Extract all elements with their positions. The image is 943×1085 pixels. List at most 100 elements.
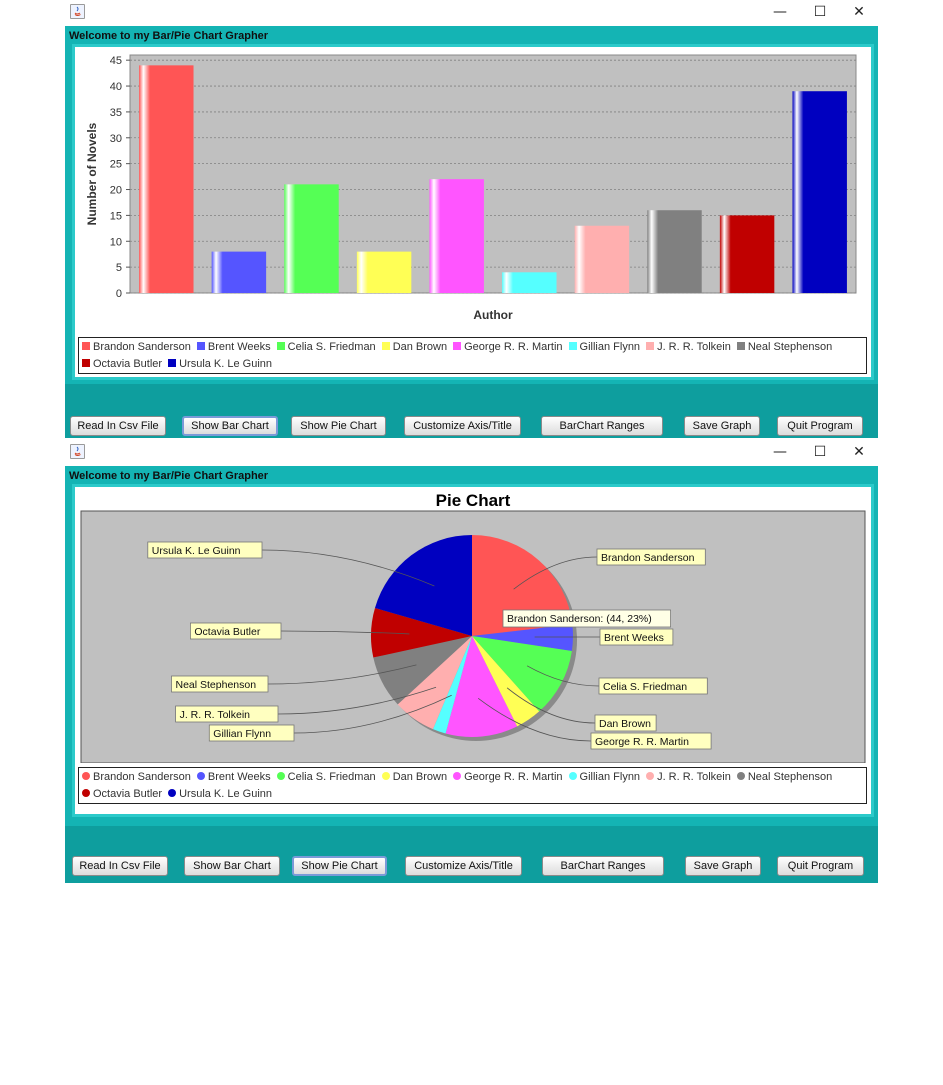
- legend-label: Brandon Sanderson: [93, 341, 191, 353]
- show-bar-chart-button[interactable]: Show Bar Chart: [182, 416, 278, 436]
- button-strip: Read In Csv File Show Bar Chart Show Pie…: [65, 826, 878, 883]
- pie-chart-legend: Brandon Sanderson Brent Weeks Celia S. Fri…: [78, 767, 867, 804]
- legend-swatch: [568, 342, 577, 350]
- welcome-label: Welcome to my Bar/Pie Chart Grapher: [69, 30, 269, 42]
- pie-chart-window: — ☐ ✕ Welcome to my Bar/Pie Chart Graphe…: [65, 440, 878, 883]
- slice-label-brent-weeks: Brent Weeks: [604, 632, 664, 644]
- content-panel: Welcome to my Bar/Pie Chart Grapher 0 5 10…: [65, 26, 878, 438]
- close-icon[interactable]: ✕: [848, 2, 870, 22]
- button-row: Read In Csv File Show Bar Chart Show Pie…: [65, 856, 878, 886]
- legend-swatch: [736, 772, 745, 780]
- bar-octavia-butler[interactable]: [719, 215, 775, 293]
- bar-ursula-k-le-guinn[interactable]: [792, 91, 847, 293]
- show-pie-chart-button[interactable]: Show Pie Chart: [291, 416, 386, 436]
- slice-label-george-r-r-martin: George R. R. Martin: [595, 736, 689, 748]
- legend-swatch: [453, 772, 462, 780]
- bar-j-r-r-tolkein[interactable]: [574, 225, 630, 293]
- legend-item-george-r-r-martin: George R. R. Martin: [453, 769, 563, 786]
- legend-swatch: [736, 342, 745, 350]
- legend-item-ursula-k-le-guinn: Ursula K. Le Guinn: [168, 356, 272, 373]
- legend-label: George R. R. Martin: [464, 341, 563, 353]
- bar-neal-stephenson[interactable]: [647, 210, 702, 293]
- bar-dan-brown[interactable]: [356, 251, 412, 293]
- show-pie-chart-button[interactable]: Show Pie Chart: [292, 856, 387, 876]
- minimize-icon[interactable]: —: [769, 2, 791, 22]
- button-strip: Read In Csv File Show Bar Chart Show Pie…: [65, 384, 878, 438]
- legend-item-gillian-flynn: Gillian Flynn: [568, 769, 640, 786]
- legend-label: J. R. R. Tolkein: [657, 771, 731, 783]
- java-icon: [70, 4, 85, 19]
- slice-label-neal-stephenson: Neal Stephenson: [176, 679, 257, 691]
- read-csv-button[interactable]: Read In Csv File: [72, 856, 168, 876]
- title-bar: — ☐ ✕: [65, 440, 878, 466]
- slice-label-celia-s-friedman: Celia S. Friedman: [603, 681, 687, 693]
- barchart-ranges-button[interactable]: BarChart Ranges: [541, 416, 663, 436]
- bar-chart-panel: 0 5 10 15 20 25 30 35 40 45 Number of Novels Author…: [72, 44, 874, 380]
- java-icon: [70, 444, 85, 459]
- slice-label-ursula-k-le-guinn: Ursula K. Le Guinn: [152, 545, 241, 557]
- legend-item-dan-brown: Dan Brown: [381, 339, 448, 356]
- legend-label: Dan Brown: [392, 771, 448, 783]
- legend-label: Ursula K. Le Guinn: [179, 358, 273, 370]
- legend-item-george-r-r-martin: George R. R. Martin: [453, 339, 563, 356]
- quit-program-button[interactable]: Quit Program: [777, 856, 864, 876]
- slice-label-brandon-sanderson: Brandon Sanderson: [601, 552, 695, 564]
- maximize-icon[interactable]: ☐: [809, 442, 831, 462]
- legend-label: Celia S. Friedman: [287, 771, 376, 783]
- y-tick-label: 15: [110, 210, 122, 222]
- legend-swatch: [646, 342, 655, 350]
- bar-brandon-sanderson[interactable]: [139, 65, 194, 293]
- bar-chart: 0 5 10 15 20 25 30 35 40 45 Number of Novels Author: [85, 54, 857, 322]
- y-axis-label: Number of Novels: [85, 122, 99, 225]
- show-bar-chart-button[interactable]: Show Bar Chart: [184, 856, 280, 876]
- bar-george-r-r-martin[interactable]: [429, 179, 484, 293]
- legend-label: Gillian Flynn: [579, 341, 641, 353]
- bar-brent-weeks[interactable]: [211, 251, 267, 293]
- legend-item-celia-s-friedman: Celia S. Friedman: [276, 769, 376, 786]
- legend-item-neal-stephenson: Neal Stephenson: [736, 769, 832, 786]
- legend-label: George R. R. Martin: [464, 771, 563, 783]
- title-bar: — ☐ ✕: [65, 0, 878, 26]
- y-tick-label: 40: [110, 81, 122, 93]
- y-tick-label: 25: [110, 159, 122, 171]
- y-tick-label: 30: [110, 133, 122, 145]
- barchart-ranges-button[interactable]: BarChart Ranges: [542, 856, 664, 876]
- bar-celia-s-friedman[interactable]: [284, 184, 339, 293]
- bar-gillian-flynn[interactable]: [502, 272, 557, 293]
- legend-item-ursula-k-le-guinn: Ursula K. Le Guinn: [168, 786, 272, 803]
- quit-program-button[interactable]: Quit Program: [777, 416, 863, 436]
- customize-axis-title-button[interactable]: Customize Axis/Title: [404, 416, 521, 436]
- maximize-icon[interactable]: ☐: [809, 2, 831, 22]
- legend-swatch: [82, 772, 90, 780]
- legend-swatch: [381, 772, 390, 780]
- legend-swatch: [453, 342, 462, 350]
- pie-chart-panel: Pie Chart Brandon Sanderson Brent Weeks Cel…: [72, 484, 874, 817]
- legend-item-brent-weeks: Brent Weeks: [196, 769, 271, 786]
- y-tick-label: 5: [116, 262, 122, 274]
- legend-item-j-r-r-tolkein: J. R. R. Tolkein: [646, 339, 731, 356]
- legend-swatch: [168, 789, 177, 797]
- legend-label: J. R. R. Tolkein: [657, 341, 731, 353]
- legend-swatch: [196, 772, 205, 780]
- slice-label-octavia-butler: Octavia Butler: [194, 626, 260, 638]
- legend-label: Dan Brown: [392, 341, 448, 353]
- read-csv-button[interactable]: Read In Csv File: [70, 416, 166, 436]
- y-tick-label: 0: [116, 288, 122, 300]
- save-graph-button[interactable]: Save Graph: [685, 856, 761, 876]
- legend-swatch: [276, 772, 285, 780]
- x-axis-label: Author: [473, 308, 513, 322]
- close-icon[interactable]: ✕: [848, 442, 870, 462]
- y-tick-label: 35: [110, 107, 122, 119]
- legend-swatch: [168, 359, 177, 367]
- legend-label: Brandon Sanderson: [93, 771, 191, 783]
- legend-item-neal-stephenson: Neal Stephenson: [736, 339, 832, 356]
- minimize-icon[interactable]: —: [769, 442, 791, 462]
- slice-label-gillian-flynn: Gillian Flynn: [213, 728, 271, 740]
- pie-chart-title: Pie Chart: [436, 491, 511, 510]
- bar-chart-legend: Brandon Sanderson Brent Weeks Celia S. Fri…: [78, 337, 867, 374]
- save-graph-button[interactable]: Save Graph: [684, 416, 760, 436]
- legend-item-octavia-butler: Octavia Butler: [82, 356, 162, 373]
- customize-axis-title-button[interactable]: Customize Axis/Title: [405, 856, 522, 876]
- legend-item-brent-weeks: Brent Weeks: [196, 339, 271, 356]
- bar-chart-window: — ☐ ✕ Welcome to my Bar/Pie Chart Graphe…: [65, 0, 878, 438]
